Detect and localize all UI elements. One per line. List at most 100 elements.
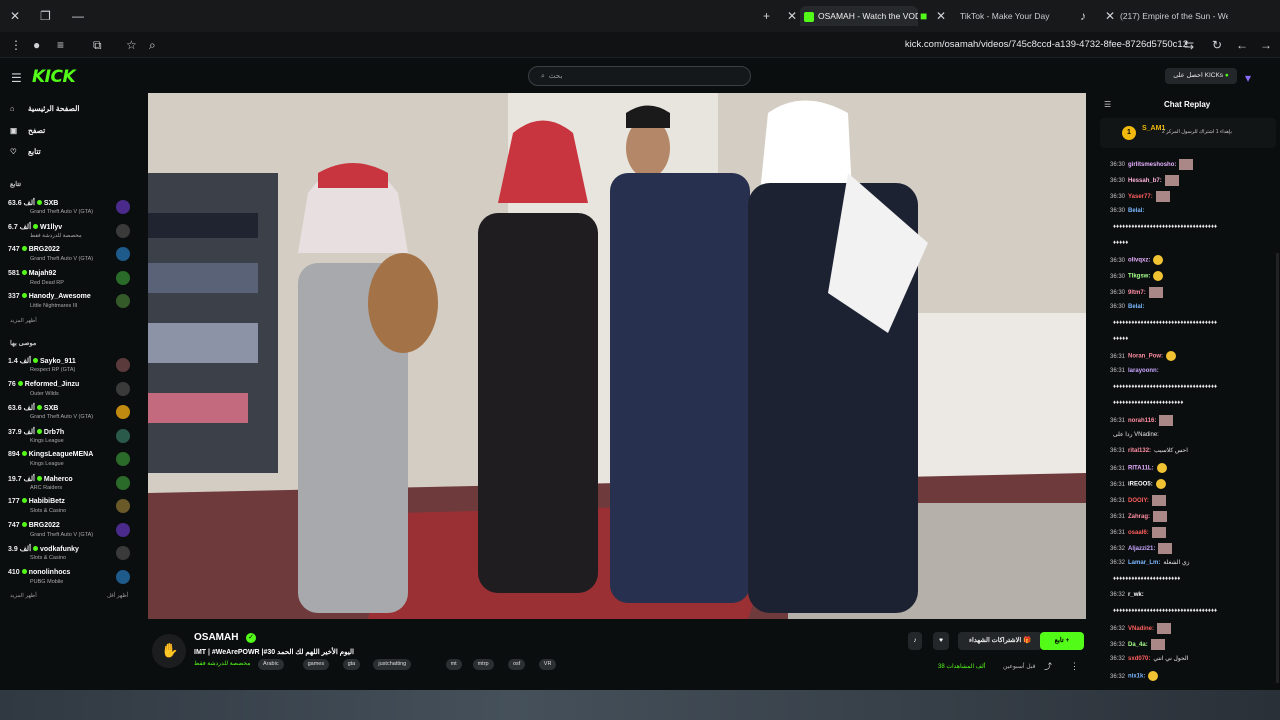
more-options-icon[interactable]: ⋮ xyxy=(1070,661,1079,672)
chat-username[interactable]: Belal: xyxy=(1128,304,1144,310)
chat-username[interactable]: osaal6: xyxy=(1128,530,1149,536)
category-link[interactable]: مخصصة للدردشة فقط xyxy=(194,660,250,667)
tag-chip[interactable]: mtrp xyxy=(472,659,494,670)
message-time: 36:32 xyxy=(1110,592,1126,598)
chat-username[interactable]: sxd070: xyxy=(1128,656,1150,662)
sidebar-channel[interactable]: 63.6 ألف SXB Grand Theft Auto V (GTA) xyxy=(8,197,130,219)
chat-username[interactable]: larayoonn: xyxy=(1128,368,1159,374)
tag-chip[interactable]: VR xyxy=(538,659,557,670)
tab-close-icon[interactable]: ✕ xyxy=(787,8,797,24)
star-icon[interactable]: ☆ xyxy=(126,37,137,53)
chat-username[interactable]: Zahrag: xyxy=(1128,514,1150,520)
sidebar-channel[interactable]: 76 Reformed_Jinzu Outer Wilds xyxy=(8,379,130,401)
show-more-link[interactable]: أظهر المزيد xyxy=(10,318,37,324)
chat-scrollbar[interactable] xyxy=(1276,253,1279,683)
subscribe-button[interactable]: الاشتراكات الشهداء 🎁 xyxy=(958,632,1042,650)
sidebar-channel[interactable]: 410 nonolinhocs PUBG Mobile xyxy=(8,567,130,589)
video-player[interactable] xyxy=(148,93,1086,619)
channel-avatar xyxy=(116,499,130,513)
tag-chip[interactable]: mt xyxy=(445,659,462,670)
bookmarks-icon[interactable]: ≡ xyxy=(57,37,64,53)
profile-icon[interactable]: ▾ xyxy=(1245,70,1251,86)
sidebar-channel[interactable]: 63.6 ألف SXB Grand Theft Auto V (GTA) xyxy=(8,402,130,424)
tab-close-icon[interactable]: ✕ xyxy=(1105,8,1115,24)
hamburger-menu-icon[interactable]: ☰ xyxy=(11,70,22,86)
sidebar-channel[interactable]: 894 KingsLeagueMENA Kings League xyxy=(8,449,130,471)
new-tab-icon[interactable]: + xyxy=(763,8,770,24)
forward-icon[interactable]: → xyxy=(1260,37,1272,53)
show-more-link[interactable]: أظهر المزيد xyxy=(10,593,37,599)
chat-username[interactable]: Yaser77: xyxy=(1128,194,1153,200)
sidebar-channel[interactable]: 3.9 ألف vodkafunky Slots & Casino xyxy=(8,543,130,565)
search-input[interactable]: ⌕ بحث xyxy=(528,66,751,86)
chat-username[interactable]: girlitsmeshosho: xyxy=(1128,162,1176,168)
close-window-icon[interactable]: ✕ xyxy=(10,8,20,24)
chat-username[interactable]: RITA11L: xyxy=(1128,466,1154,472)
sidebar-channel[interactable]: 581 Majah92 Red Dead RP xyxy=(8,268,130,290)
tab-osamah[interactable]: OSAMAH - Watch the VOD xyxy=(800,6,918,26)
restore-icon[interactable]: ❐ xyxy=(40,8,51,24)
bell-icon[interactable]: ♪ xyxy=(908,632,922,650)
sidebar-channel[interactable]: 337 Hanody_Awesome Little Nightmares III xyxy=(8,291,130,313)
reload-icon[interactable]: ↻ xyxy=(1212,37,1222,53)
record-icon[interactable]: ● xyxy=(33,37,40,53)
tab-tiktok[interactable]: TikTok - Make Your Day xyxy=(960,6,1070,26)
chat-username[interactable]: Noran_Pow: xyxy=(1128,354,1163,360)
chat-username[interactable]: DOOIY: xyxy=(1128,498,1149,504)
chat-username[interactable]: Da_4a: xyxy=(1128,642,1148,648)
nav-browse[interactable]: ▣ تصفح xyxy=(10,125,45,137)
sidebar-channel[interactable]: 177 HabibiBetz Slots & Casino xyxy=(8,496,130,518)
sidebar-channel[interactable]: 6.7 ألف W1llyv مخصصة للدردشة فقط xyxy=(8,221,130,243)
sidebar-channel[interactable]: 747 BRG2022 Grand Theft Auto V (GTA) xyxy=(8,244,130,266)
tag-chip[interactable]: osf xyxy=(508,659,526,670)
chat-username[interactable]: r_wk: xyxy=(1128,592,1144,598)
chat-username[interactable]: Tlkgsw: xyxy=(1128,274,1150,280)
sidebar-channel[interactable]: 747 BRG2022 Grand Theft Auto V (GTA) xyxy=(8,520,130,542)
live-dot-icon xyxy=(36,200,42,205)
tag-chip[interactable]: gta xyxy=(342,659,361,670)
viewer-count: 410 xyxy=(8,568,20,576)
minimize-icon[interactable]: — xyxy=(72,8,84,24)
kick-logo[interactable]: KICK xyxy=(32,67,76,87)
share-icon[interactable]: ⤴ xyxy=(1044,661,1052,672)
get-kicks-button[interactable]: احصل على KICKs ● xyxy=(1165,68,1237,84)
chat-username[interactable]: Hessah_b7: xyxy=(1128,178,1162,184)
chat-username[interactable]: rital132: xyxy=(1128,448,1151,454)
sidebar-channel[interactable]: 19.7 ألف Maherco ARC Raiders xyxy=(8,473,130,495)
chat-username[interactable]: iREOO5: xyxy=(1128,482,1153,488)
viewer-count: 6.7 ألف xyxy=(8,223,32,231)
chat-menu-icon[interactable]: ☰ xyxy=(1104,100,1111,109)
nav-home[interactable]: ⌂ الصفحة الرئيسية xyxy=(10,103,79,115)
chat-username[interactable]: Belal: xyxy=(1128,208,1144,214)
chat-username[interactable]: VNadine: xyxy=(1128,626,1154,632)
chat-username[interactable]: Lamar_Lm: xyxy=(1128,560,1160,566)
search-icon[interactable]: ⌕ xyxy=(149,37,156,53)
tag-chip[interactable]: games xyxy=(302,659,330,670)
tag-chip[interactable]: justchatting xyxy=(373,659,412,670)
tag-chip[interactable]: Arabic xyxy=(258,659,284,670)
heart-icon[interactable]: ♥ xyxy=(933,632,949,650)
chat-message: 36:30 Belal: xyxy=(1110,207,1270,215)
chat-username[interactable]: Aljazzi21: xyxy=(1128,546,1155,552)
menu-dots-icon[interactable]: ⋮ xyxy=(10,37,22,53)
chat-username[interactable]: nix1k: xyxy=(1128,674,1145,680)
tab-youtube[interactable]: (217) Empire of the Sun - We xyxy=(1120,6,1228,26)
follow-button[interactable]: تابع + xyxy=(1040,632,1084,650)
chat-username[interactable]: olivqxz: xyxy=(1128,258,1150,264)
sidebar-channel[interactable]: 1.4 ألف Sayko_911 Respect RP (GTA) xyxy=(8,355,130,377)
emote-icon xyxy=(1153,255,1164,265)
chat-username[interactable]: norah116: xyxy=(1128,418,1156,424)
channel-name[interactable]: OSAMAH xyxy=(194,632,238,643)
nav-following[interactable]: ♡ تتابع xyxy=(10,146,41,158)
chat-username[interactable]: 9ltm7: xyxy=(1128,290,1146,296)
message-text: ♦♦♦♦♦♦♦♦♦♦♦♦♦♦♦♦♦♦♦♦♦♦♦ xyxy=(1113,400,1184,406)
chat-message: 36:30 Hessah_b7: xyxy=(1110,175,1270,186)
tab-close-icon[interactable]: ✕ xyxy=(936,8,946,24)
back-icon[interactable]: ← xyxy=(1236,37,1248,53)
extensions-icon[interactable]: ⧉ xyxy=(93,37,102,53)
sidebar-channel[interactable]: 37.9 ألف Drb7h Kings League xyxy=(8,426,130,448)
url-field[interactable]: kick.com/osamah/videos/745c8ccd-a139-473… xyxy=(905,39,1188,50)
channel-avatar[interactable]: ✋ xyxy=(152,634,186,668)
show-less-link[interactable]: أظهر أقل xyxy=(107,593,128,599)
channel-game: Outer Wilds xyxy=(30,390,59,397)
